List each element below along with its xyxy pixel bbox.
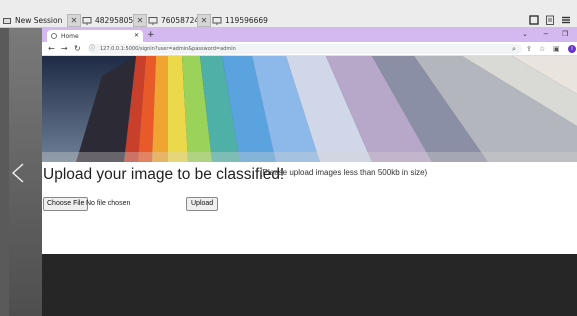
globe-icon: [51, 33, 57, 39]
info-icon: ⓘ: [89, 45, 96, 52]
browser-tab[interactable]: Home ✕: [47, 30, 143, 42]
search-icon[interactable]: ⌕: [512, 44, 516, 54]
hero-banner-image: [42, 56, 577, 162]
size-note: (Please upload images less than 500kb in…: [260, 168, 428, 177]
web-page: Upload your image to be classified! (Ple…: [42, 56, 577, 316]
page-title: Upload your image to be classified!: [43, 166, 285, 183]
star-icon[interactable]: ☆: [539, 44, 545, 54]
session-tab[interactable]: 760587241: [148, 14, 204, 27]
clipboard-icon[interactable]: [544, 14, 556, 26]
session-tab[interactable]: 119596669: [212, 14, 268, 27]
menu-icon[interactable]: [560, 14, 572, 26]
back-arrow-icon[interactable]: ←: [48, 44, 55, 54]
choose-file-button[interactable]: Choose File: [43, 197, 89, 211]
monitor-icon: [148, 16, 158, 25]
profile-avatar[interactable]: I: [568, 45, 576, 53]
close-icon[interactable]: ✕: [133, 14, 147, 27]
fullscreen-icon[interactable]: [528, 14, 540, 26]
sidepanel-icon[interactable]: ▣: [553, 44, 560, 54]
session-tab[interactable]: 482958051: [82, 14, 138, 27]
address-bar: ← → ↻ ⓘ 127.0.0.1:5000/signin?user=admin…: [42, 42, 577, 56]
chevron-down-icon[interactable]: ⌄: [522, 30, 528, 38]
new-session-tab[interactable]: New Session: [2, 14, 62, 27]
share-icon[interactable]: ⇪: [526, 44, 532, 54]
url-field[interactable]: ⓘ 127.0.0.1:5000/signin?user=admin&passw…: [88, 44, 522, 54]
close-tab-icon[interactable]: ✕: [134, 32, 139, 39]
monitor-icon: [82, 16, 92, 25]
close-icon[interactable]: ✕: [197, 14, 211, 27]
minimize-icon[interactable]: −: [543, 30, 549, 38]
session-icon: [3, 17, 11, 24]
browser-tab-strip: Home ✕ + ⌄ − ❐: [42, 28, 577, 42]
file-status-text: No file chosen: [86, 200, 131, 207]
session-tab-label: 482958051: [95, 16, 138, 25]
new-session-label: New Session: [15, 16, 63, 25]
close-icon[interactable]: ✕: [67, 14, 81, 27]
new-tab-button[interactable]: +: [147, 30, 155, 40]
browser-tab-title: Home: [61, 32, 79, 40]
session-tab-bar: New Session ✕ 482958051 ✕ 760587241 ✕ 11…: [0, 0, 577, 28]
monitor-icon: [212, 16, 222, 25]
upload-button[interactable]: Upload: [186, 197, 219, 211]
url-text: 127.0.0.1:5000/signin?user=admin&passwor…: [100, 46, 236, 52]
session-tab-label: 119596669: [225, 16, 268, 25]
reload-icon[interactable]: ↻: [74, 44, 81, 54]
chevron-left-icon[interactable]: [9, 162, 27, 184]
page-footer: [42, 254, 577, 316]
restore-icon[interactable]: ❐: [562, 30, 568, 38]
forward-arrow-icon[interactable]: →: [61, 44, 68, 54]
color-swatch-fan-image: [42, 56, 577, 162]
